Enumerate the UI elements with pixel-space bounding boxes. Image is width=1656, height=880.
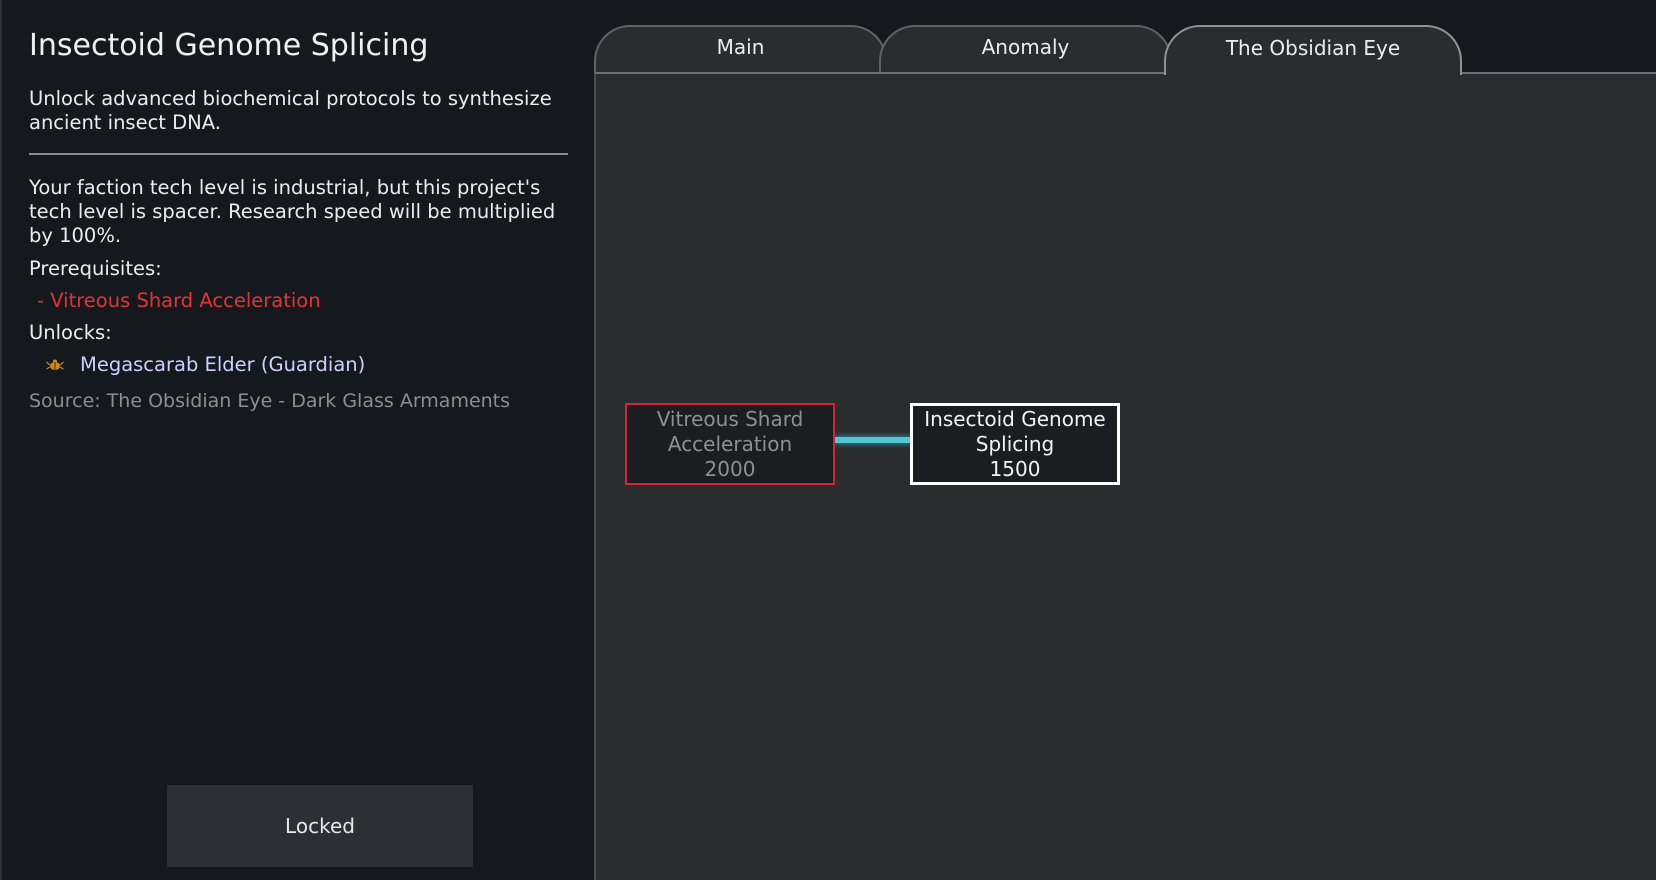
node-label-line-1: Insectoid Genome: [924, 406, 1106, 431]
tab-anomaly[interactable]: Anomaly: [879, 25, 1172, 73]
node-cost: 2000: [704, 456, 756, 481]
tab-the-obsidian-eye[interactable]: The Obsidian Eye: [1164, 25, 1462, 75]
source-label: Source: The Obsidian Eye - Dark Glass Ar…: [29, 390, 511, 412]
insect-icon: [46, 359, 64, 370]
unlocks-label: Unlocks:: [29, 321, 112, 344]
node-label-line-2: Acceleration: [667, 431, 793, 456]
project-detail-panel: Insectoid Genome Splicing Unlock advance…: [0, 0, 592, 880]
node-label-line-1: Vitreous Shard: [656, 406, 804, 431]
prerequisites-label: Prerequisites:: [29, 257, 162, 280]
tree-node-insectoid-genome-splicing[interactable]: Insectoid Genome Splicing 1500: [910, 403, 1120, 485]
prerequisite-item[interactable]: - Vitreous Shard Acceleration: [37, 289, 321, 312]
node-label-line-2: Splicing: [975, 431, 1055, 456]
tech-level-note: Your faction tech level is industrial, b…: [29, 176, 556, 247]
node-cost: 1500: [989, 456, 1041, 481]
locked-button[interactable]: Locked: [167, 785, 473, 867]
unlock-item[interactable]: Megascarab Elder (Guardian): [46, 353, 365, 376]
divider: [29, 153, 568, 155]
prerequisite-connector: [835, 437, 910, 443]
unlock-label[interactable]: Megascarab Elder (Guardian): [80, 353, 365, 376]
tree-node-vitreous-shard-acceleration[interactable]: Vitreous Shard Acceleration 2000: [625, 403, 835, 485]
tab-main[interactable]: Main: [594, 25, 887, 73]
project-description: Unlock advanced biochemical protocols to…: [29, 87, 552, 134]
project-title: Insectoid Genome Splicing: [29, 28, 429, 63]
